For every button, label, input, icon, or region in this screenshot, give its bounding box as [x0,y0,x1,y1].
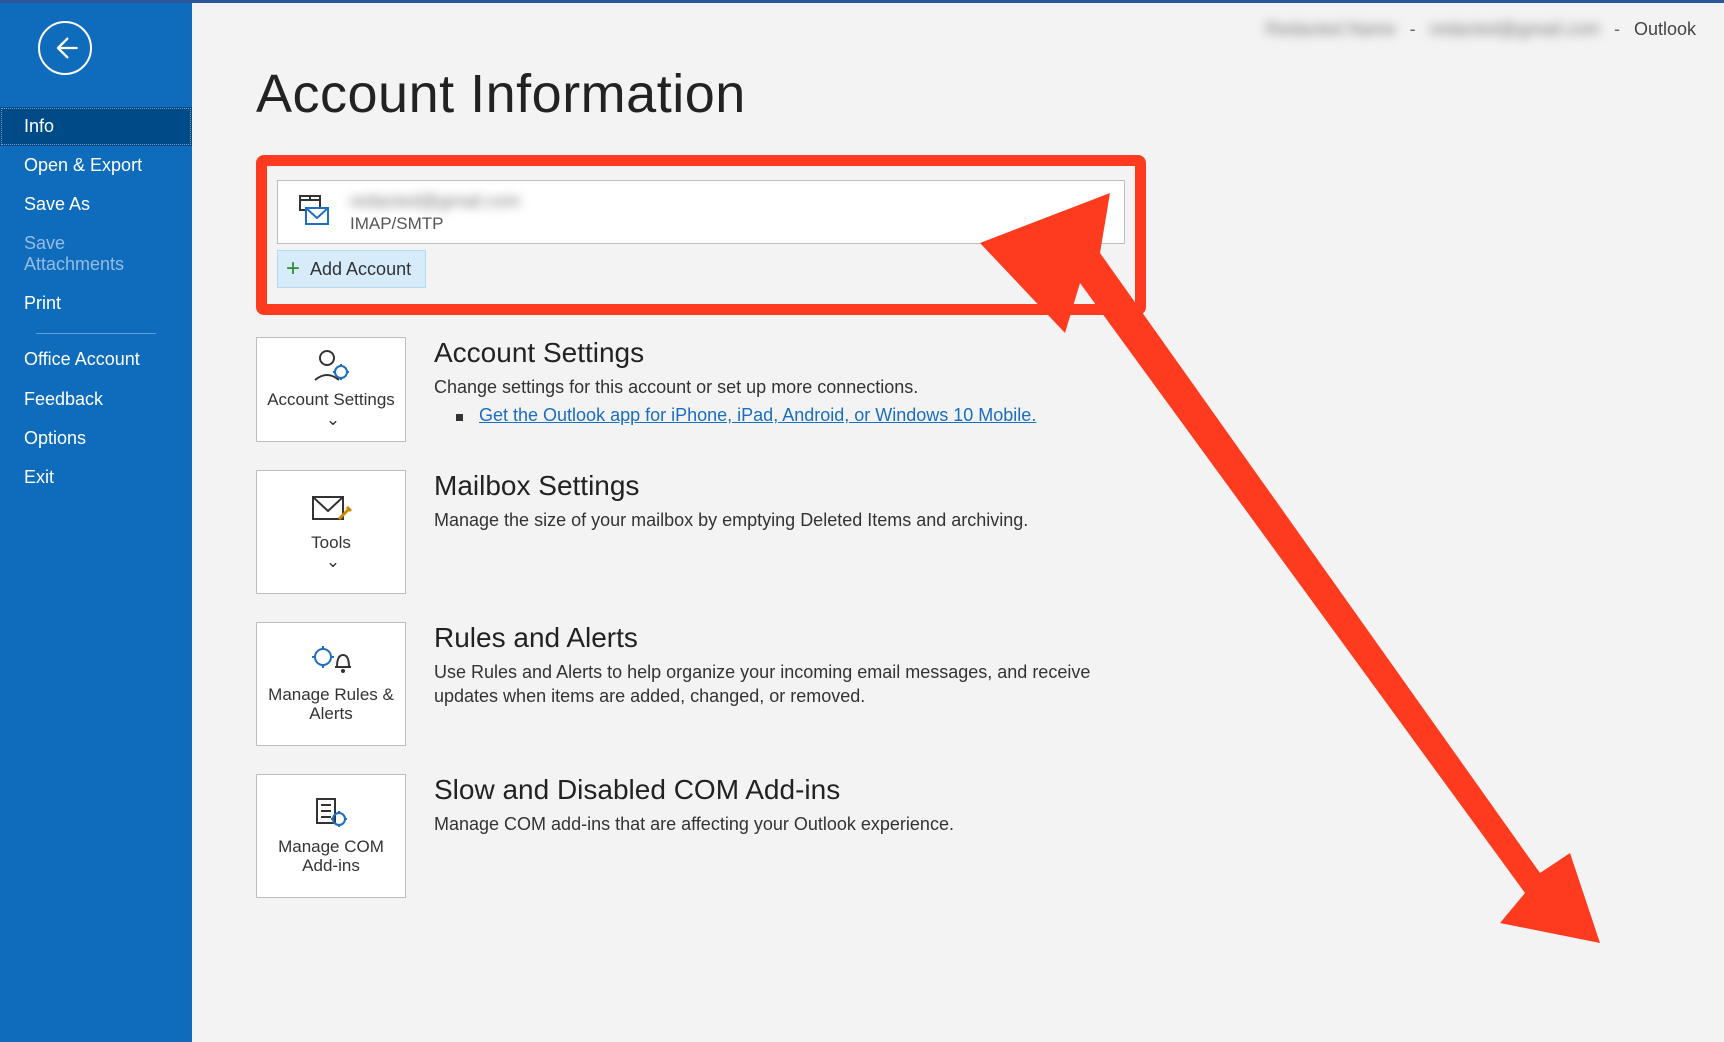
add-account-label: Add Account [310,259,411,280]
back-button[interactable] [38,21,92,75]
section-rules-alerts: Manage Rules & Alerts Rules and Alerts U… [256,622,1676,746]
sidebar-item-office-account[interactable]: Office Account [0,340,192,380]
com-addins-desc: Manage COM add-ins that are affecting yo… [434,812,1094,836]
mailbox-settings-heading: Mailbox Settings [434,470,1094,502]
sidebar-item-open-export[interactable]: Open & Export [0,146,192,185]
rules-alerts-desc: Use Rules and Alerts to help organize yo… [434,660,1094,709]
com-addins-tile[interactable]: Manage COM Add-ins [256,774,406,898]
sidebar-nav-lower: Office Account Feedback Options Exit [0,340,192,497]
bullet-icon [456,414,463,421]
sidebar-item-info[interactable]: Info [0,107,192,146]
section-com-addins: Manage COM Add-ins Slow and Disabled COM… [256,774,1676,898]
rules-alerts-heading: Rules and Alerts [434,622,1094,654]
rules-alerts-icon [309,643,353,677]
sidebar-item-save-attachments: Save Attachments [0,224,192,284]
account-settings-tile[interactable]: Account Settings⌄ [256,337,406,442]
sidebar-item-exit[interactable]: Exit [0,458,192,497]
plus-icon: + [286,257,300,281]
annotation-highlight-box: redacted@gmail.com IMAP/SMTP + Add Accou… [256,155,1146,315]
mailbox-tools-icon [309,491,353,525]
rules-alerts-tile[interactable]: Manage Rules & Alerts [256,622,406,746]
account-settings-tile-label: Account Settings [267,390,395,409]
tools-tile-label: Tools [311,533,351,552]
mailbox-icon [296,194,332,230]
account-email: redacted@gmail.com [350,191,520,212]
add-account-button[interactable]: + Add Account [277,250,426,288]
chevron-down-icon [1094,209,1106,216]
com-addins-heading: Slow and Disabled COM Add-ins [434,774,1094,806]
sidebar-item-options[interactable]: Options [0,419,192,458]
account-settings-heading: Account Settings [434,337,1094,369]
backstage-sidebar: Info Open & Export Save As Save Attachme… [0,3,192,1042]
section-mailbox-settings: Tools⌄ Mailbox Settings Manage the size … [256,470,1676,594]
page-title: Account Information [256,63,1676,125]
sidebar-item-save-as[interactable]: Save As [0,185,192,224]
chevron-down-icon: ⌄ [326,552,340,572]
mailbox-settings-desc: Manage the size of your mailbox by empty… [434,508,1094,532]
rules-alerts-tile-label: Manage Rules & Alerts [265,685,397,724]
arrow-left-icon [51,34,79,62]
account-settings-desc: Change settings for this account or set … [434,375,1094,399]
com-addins-tile-label: Manage COM Add-ins [265,837,397,876]
section-account-settings: Account Settings⌄ Account Settings Chang… [256,337,1676,442]
account-type: IMAP/SMTP [350,214,520,234]
sidebar-nav: Info Open & Export Save As Save Attachme… [0,107,192,323]
sidebar-item-feedback[interactable]: Feedback [0,380,192,419]
chevron-down-icon: ⌄ [326,410,340,430]
sidebar-item-print[interactable]: Print [0,284,192,323]
sidebar-separator [36,333,156,334]
account-settings-icon [311,348,351,382]
com-addins-icon [311,795,351,829]
main-content: Account Information redacted@gmail.com I… [192,3,1724,1042]
get-outlook-app-link[interactable]: Get the Outlook app for iPhone, iPad, An… [479,405,1036,426]
tools-tile[interactable]: Tools⌄ [256,470,406,594]
account-dropdown[interactable]: redacted@gmail.com IMAP/SMTP [277,180,1125,244]
